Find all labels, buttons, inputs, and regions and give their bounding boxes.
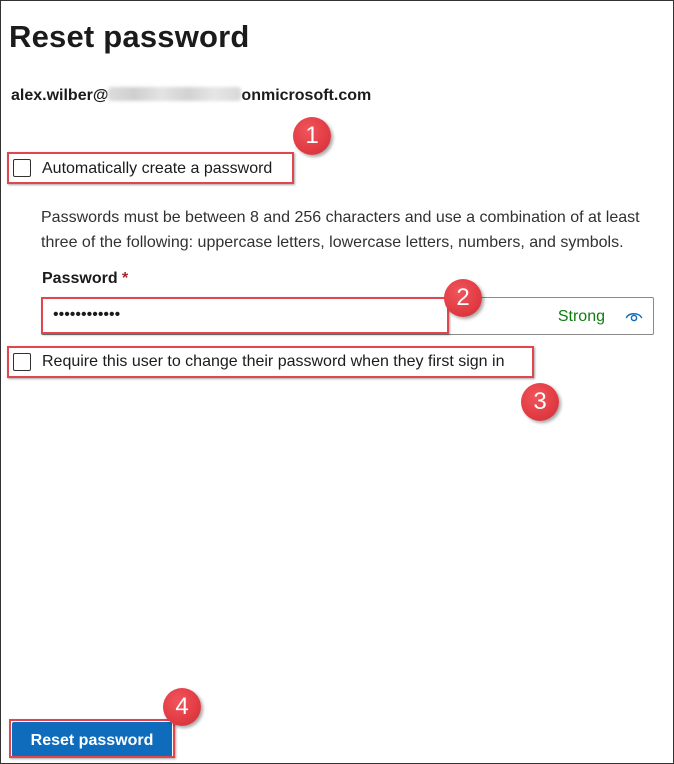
callout-badge-1: 1	[293, 117, 331, 155]
callout-badge-3: 3	[521, 383, 559, 421]
require-password-change-label[interactable]: Require this user to change their passwo…	[42, 353, 504, 371]
user-name-prefix: alex.wilber@	[11, 87, 109, 104]
password-label-text: Password	[42, 270, 118, 287]
auto-create-password-label[interactable]: Automatically create a password	[42, 160, 272, 178]
user-principal-name: alex.wilber@ onmicrosoft.com	[11, 87, 371, 105]
callout-badge-4: 4	[163, 688, 201, 726]
require-password-change-checkbox[interactable]	[13, 353, 31, 371]
password-input[interactable]: •••••••••••• Strong	[41, 297, 654, 335]
reset-password-panel: Reset password alex.wilber@ onmicrosoft.c…	[0, 0, 674, 764]
reset-password-button[interactable]: Reset password	[12, 722, 172, 757]
callout-badge-2: 2	[444, 279, 482, 317]
redacted-domain	[108, 87, 242, 101]
password-field-label: Password *	[42, 270, 128, 288]
page-title: Reset password	[9, 19, 250, 54]
required-marker: *	[122, 270, 129, 287]
password-masked-value: ••••••••••••	[53, 306, 121, 323]
password-strength-indicator: Strong	[557, 308, 605, 325]
password-requirements-text: Passwords must be between 8 and 256 char…	[41, 209, 640, 251]
auto-create-password-checkbox[interactable]	[13, 159, 31, 177]
user-name-suffix: onmicrosoft.com	[241, 87, 372, 104]
eye-icon[interactable]	[625, 308, 643, 324]
